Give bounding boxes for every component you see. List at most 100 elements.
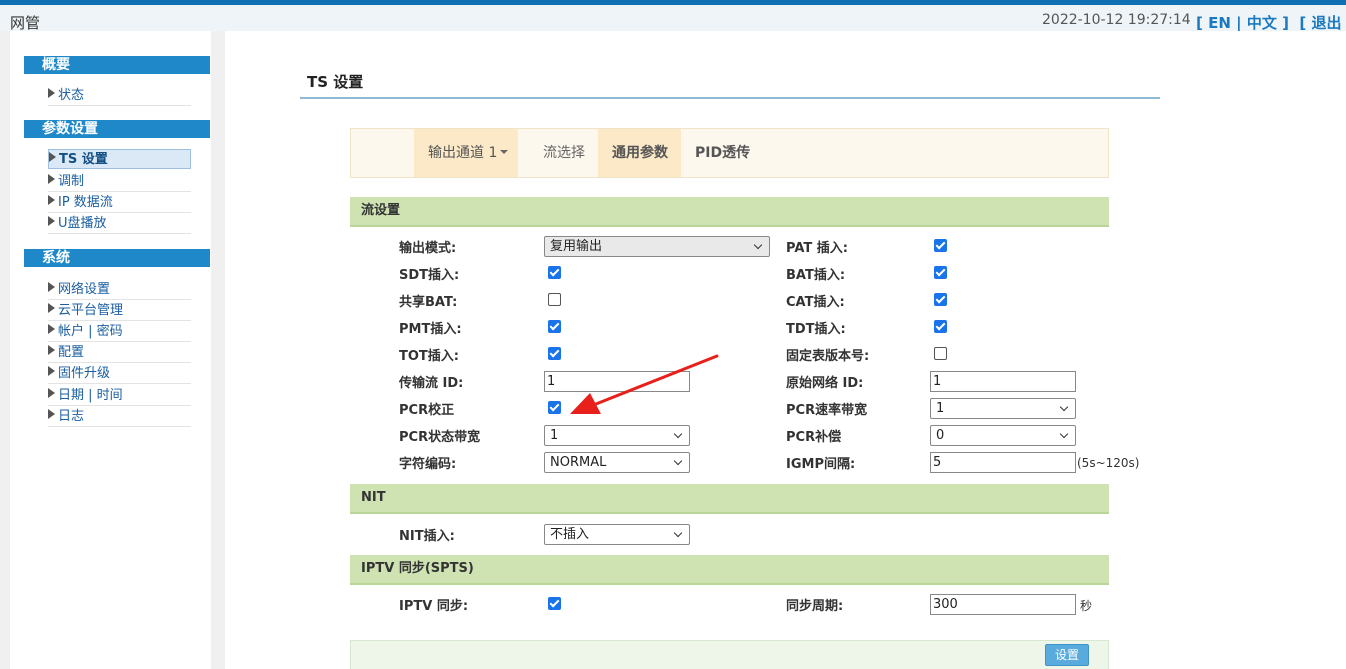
nit-insert-label: NIT插入:: [399, 529, 455, 544]
sdt-insert-checkbox[interactable]: [548, 266, 561, 279]
nit-insert-select[interactable]: 不插入: [544, 524, 690, 545]
sidebar-group-overview: 概要: [24, 56, 210, 74]
chevron-down-icon: [1059, 429, 1069, 439]
sidebar-item-modulation[interactable]: 调制: [48, 172, 191, 192]
triangle-right-icon: [48, 216, 55, 226]
tdt-insert-label: TDT插入:: [786, 322, 846, 337]
triangle-right-icon: [48, 366, 55, 376]
share-bat-checkbox[interactable]: [548, 293, 561, 306]
pcr-correct-checkbox[interactable]: [548, 401, 561, 414]
pcr-rate-bw-label: PCR速率带宽: [786, 403, 868, 418]
triangle-right-icon: [48, 88, 55, 98]
triangle-right-icon: [48, 324, 55, 334]
triangle-right-icon: [48, 409, 55, 419]
tab-general-params[interactable]: 通用参数: [598, 129, 681, 177]
lang-zh-link[interactable]: 中文: [1247, 14, 1277, 32]
igmp-interval-input[interactable]: 5: [930, 452, 1076, 473]
tab-output-channel[interactable]: 输出通道 1: [414, 129, 518, 177]
cat-insert-label: CAT插入:: [786, 295, 845, 310]
lang-en-link[interactable]: EN: [1208, 14, 1231, 32]
sidebar: 概要 状态 参数设置 TS 设置 调制 IP 数据流 U盘播放 系统 网络设置 …: [10, 31, 211, 669]
chevron-down-icon: [673, 528, 683, 538]
cat-insert-checkbox[interactable]: [934, 293, 947, 306]
sidebar-item-log[interactable]: 日志: [48, 407, 191, 427]
output-mode-label: 输出模式:: [399, 241, 457, 256]
sidebar-group-system: 系统: [24, 249, 210, 267]
tab-pid-passthrough[interactable]: PID透传: [681, 129, 764, 177]
triangle-right-icon: [49, 152, 56, 162]
set-button[interactable]: 设置: [1045, 644, 1089, 666]
iptv-sync-checkbox[interactable]: [548, 597, 561, 610]
iptv-sync-label: IPTV 同步:: [399, 599, 469, 614]
lang-separator: |: [1236, 14, 1242, 32]
igmp-interval-hint: (5s~120s): [1077, 456, 1140, 470]
chevron-down-icon: [673, 429, 683, 439]
sidebar-item-network[interactable]: 网络设置: [48, 280, 191, 300]
section-nit: NIT: [350, 484, 1109, 514]
bat-insert-label: BAT插入:: [786, 268, 846, 283]
sync-period-unit: 秒: [1080, 599, 1093, 613]
triangle-right-icon: [48, 388, 55, 398]
bracket-open: [: [1196, 14, 1203, 32]
sync-period-input[interactable]: 300: [930, 594, 1076, 615]
sidebar-item-ip-stream[interactable]: IP 数据流: [48, 193, 191, 213]
action-bar: [350, 640, 1109, 669]
sync-period-label: 同步周期:: [786, 599, 844, 614]
chevron-down-icon: [753, 240, 763, 250]
triangle-right-icon: [48, 282, 55, 292]
charset-label: 字符编码:: [399, 457, 457, 472]
sidebar-item-config[interactable]: 配置: [48, 343, 191, 363]
tot-insert-checkbox[interactable]: [548, 347, 561, 360]
bat-insert-checkbox[interactable]: [934, 266, 947, 279]
section-stream-settings: 流设置: [350, 197, 1109, 227]
pcr-state-bw-label: PCR状态带宽: [399, 430, 481, 445]
pat-insert-label: PAT 插入:: [786, 241, 848, 256]
sidebar-item-usb-play[interactable]: U盘播放: [48, 214, 191, 234]
top-bar: 网管 2022-10-12 19:27:14 [ EN | 中文 ] [ 退出 …: [0, 5, 1346, 32]
tab-bar: 输出通道 1 流选择 通用参数 PID透传: [350, 128, 1109, 178]
pmt-insert-label: PMT插入:: [399, 322, 462, 337]
logout-link[interactable]: 退出: [1312, 14, 1342, 32]
title-divider: [300, 97, 1160, 99]
bracket-close: ]: [1282, 14, 1289, 32]
share-bat-label: 共享BAT:: [399, 295, 458, 310]
bracket-open-2: [: [1299, 14, 1307, 32]
sidebar-item-account[interactable]: 帐户 | 密码: [48, 322, 191, 342]
caret-down-icon: [500, 150, 509, 154]
onid-input[interactable]: 1: [930, 371, 1076, 392]
chevron-down-icon: [1059, 402, 1069, 412]
tsid-label: 传输流 ID:: [399, 376, 464, 391]
pcr-comp-select[interactable]: 0: [930, 425, 1076, 446]
header-datetime: 2022-10-12 19:27:14: [1042, 12, 1191, 28]
charset-select[interactable]: NORMAL: [544, 452, 690, 473]
fixed-version-checkbox[interactable]: [934, 347, 947, 360]
main-panel: TS 设置 输出通道 1 流选择 通用参数 PID透传 流设置 输出模式: 复用…: [225, 31, 1346, 669]
fixed-version-label: 固定表版本号:: [786, 349, 870, 364]
pcr-state-bw-select[interactable]: 1: [544, 425, 690, 446]
output-mode-select[interactable]: 复用输出: [544, 236, 770, 257]
sidebar-item-cloud[interactable]: 云平台管理: [48, 301, 191, 321]
triangle-right-icon: [48, 303, 55, 313]
sidebar-item-firmware[interactable]: 固件升级: [48, 364, 191, 384]
tdt-insert-checkbox[interactable]: [934, 320, 947, 333]
igmp-interval-label: IGMP间隔:: [786, 457, 856, 472]
pcr-rate-bw-select[interactable]: 1: [930, 398, 1076, 419]
pcr-comp-label: PCR补偿: [786, 430, 842, 445]
app-title: 网管: [10, 14, 41, 32]
chevron-down-icon: [673, 456, 683, 466]
tot-insert-label: TOT插入:: [399, 349, 459, 364]
sidebar-item-datetime[interactable]: 日期 | 时间: [48, 386, 191, 406]
page-title: TS 设置: [307, 73, 364, 91]
pat-insert-checkbox[interactable]: [934, 239, 947, 252]
tsid-input[interactable]: 1: [544, 371, 690, 392]
pcr-correct-label: PCR校正: [399, 403, 455, 418]
sidebar-group-params: 参数设置: [24, 120, 210, 138]
sidebar-item-ts-settings[interactable]: TS 设置: [48, 149, 191, 169]
triangle-right-icon: [48, 174, 55, 184]
tab-stream-select[interactable]: 流选择: [529, 129, 599, 177]
sidebar-item-status[interactable]: 状态: [48, 86, 191, 106]
section-iptv-sync: IPTV 同步(SPTS): [350, 555, 1109, 585]
triangle-right-icon: [48, 195, 55, 205]
pmt-insert-checkbox[interactable]: [548, 320, 561, 333]
onid-label: 原始网络 ID:: [786, 376, 864, 391]
